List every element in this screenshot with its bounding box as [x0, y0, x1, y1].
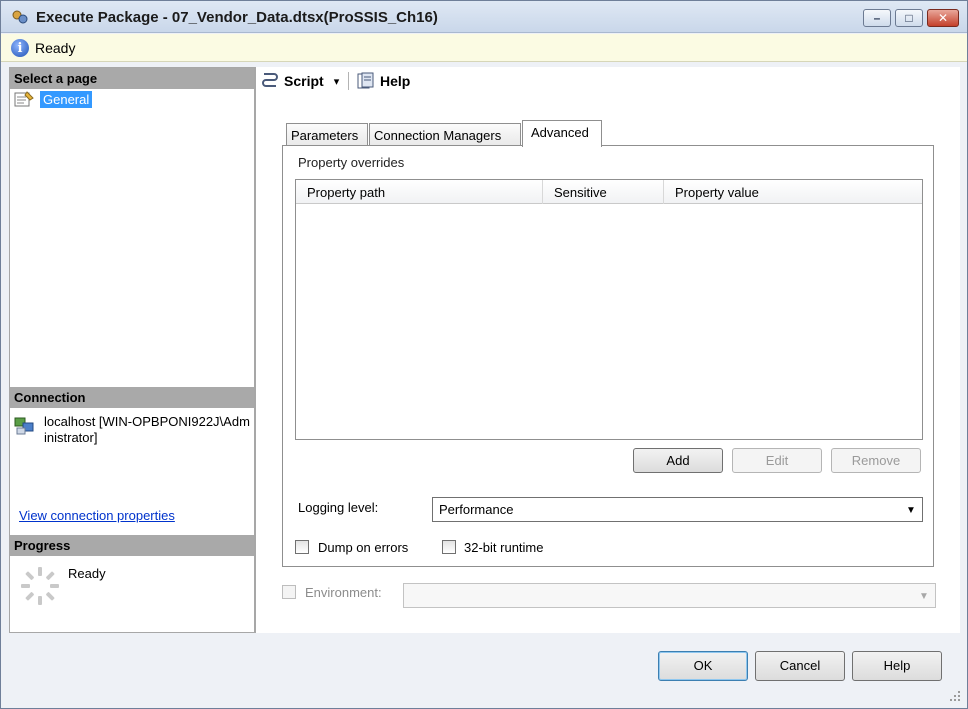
help-button[interactable]: Help [852, 651, 942, 681]
tab-connection-managers[interactable]: Connection Managers [369, 123, 521, 147]
page-label-general: General [40, 91, 93, 108]
logging-level-label: Logging level: [298, 500, 379, 515]
environment-select[interactable]: ▼ [403, 583, 936, 608]
minimize-button[interactable]: – [863, 9, 891, 27]
left-pane: Select a page General Connection localho… [9, 67, 255, 633]
script-dropdown-icon[interactable]: ▾ [334, 75, 340, 88]
toolbar: Script ▾ Help [256, 67, 959, 95]
property-overrides-label: Property overrides [298, 155, 405, 170]
maximize-button[interactable]: □ [895, 9, 923, 27]
dump-on-errors-label[interactable]: Dump on errors [318, 540, 408, 555]
status-text: Ready [35, 40, 76, 56]
toolbar-separator [348, 72, 349, 90]
cancel-button[interactable]: Cancel [755, 651, 845, 681]
resize-grip-icon[interactable] [949, 690, 961, 702]
view-connection-properties-link[interactable]: View connection properties [19, 508, 175, 523]
info-icon: i [11, 39, 29, 57]
right-pane: Script ▾ Help Parameters Connection Mana… [255, 67, 960, 633]
dropdown-arrow-icon: ▼ [919, 590, 929, 602]
logging-level-select[interactable]: Performance ▼ [432, 497, 923, 522]
connection-text: localhost [WIN-OPBPONI922J\Administrator… [44, 414, 250, 445]
execute-package-dialog: Execute Package - 07_Vendor_Data.dtsx(Pr… [0, 0, 968, 709]
environment-checkbox[interactable] [282, 585, 296, 599]
runtime-32bit-label[interactable]: 32-bit runtime [464, 540, 543, 555]
help-toolbar-label: Help [380, 73, 411, 89]
dump-on-errors-checkbox[interactable] [295, 540, 309, 554]
column-header-property-value[interactable]: Property value [664, 180, 922, 204]
minimize-icon: – [873, 11, 881, 25]
ok-button[interactable]: OK [658, 651, 748, 681]
tab-advanced[interactable]: Advanced [522, 120, 602, 147]
package-icon [12, 10, 28, 24]
connection-header: Connection [10, 387, 254, 408]
script-icon [262, 73, 278, 87]
page-icon [14, 91, 34, 107]
logging-level-value: Performance [439, 502, 514, 517]
progress-status: Ready [68, 566, 106, 581]
tab-parameters[interactable]: Parameters [286, 123, 368, 147]
progress-header: Progress [10, 535, 254, 556]
maximize-icon: □ [905, 11, 913, 25]
grid-header: Property path Sensitive Property value [296, 180, 922, 204]
dropdown-arrow-icon: ▼ [906, 504, 916, 516]
edit-button[interactable]: Edit [732, 448, 822, 473]
property-overrides-grid[interactable]: Property path Sensitive Property value [295, 179, 923, 440]
close-icon: ✕ [937, 11, 949, 25]
column-header-property-path[interactable]: Property path [296, 180, 543, 204]
advanced-tab-panel: Property overrides Property path Sensiti… [282, 145, 934, 567]
close-button[interactable]: ✕ [927, 9, 959, 27]
help-icon [357, 72, 374, 89]
runtime-32bit-checkbox[interactable] [442, 540, 456, 554]
script-label: Script [284, 73, 324, 89]
server-icon [14, 417, 34, 435]
column-header-sensitive[interactable]: Sensitive [543, 180, 664, 204]
title-bar: Execute Package - 07_Vendor_Data.dtsx(Pr… [1, 1, 967, 33]
script-button[interactable]: Script ▾ [260, 71, 339, 91]
remove-button[interactable]: Remove [831, 448, 921, 473]
add-button[interactable]: Add [633, 448, 723, 473]
window-title: Execute Package - 07_Vendor_Data.dtsx(Pr… [36, 9, 438, 26]
environment-label: Environment: [305, 585, 382, 600]
progress-spinner-icon [21, 567, 59, 605]
help-toolbar-button[interactable]: Help [356, 71, 410, 91]
status-bar: i Ready [1, 34, 967, 62]
select-page-header: Select a page [10, 68, 254, 89]
